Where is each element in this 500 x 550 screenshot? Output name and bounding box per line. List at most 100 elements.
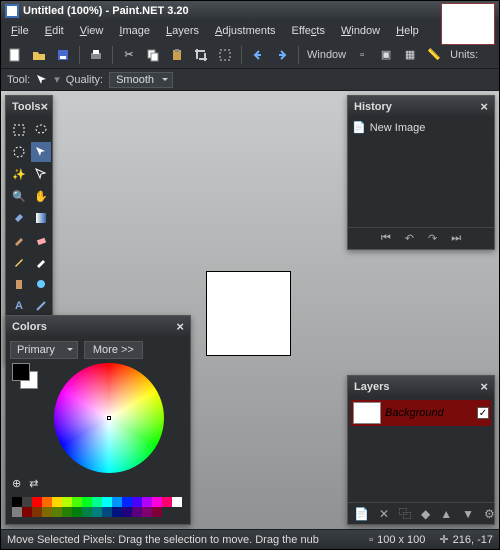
ruler-icon[interactable]: 📏 xyxy=(426,47,442,63)
deselect-icon[interactable] xyxy=(217,47,233,63)
history-redo-icon[interactable]: ↷ xyxy=(428,232,437,245)
palette-swatch[interactable] xyxy=(162,497,172,507)
layer-up-icon[interactable]: ▲ xyxy=(440,507,452,521)
palette-swatch[interactable] xyxy=(92,507,102,517)
crop-icon[interactable] xyxy=(193,47,209,63)
new-icon[interactable] xyxy=(7,47,23,63)
palette-swatch[interactable] xyxy=(52,497,62,507)
menu-image[interactable]: Image xyxy=(113,23,156,39)
tool-rect-select[interactable] xyxy=(9,120,29,140)
primary-color[interactable] xyxy=(12,363,30,381)
layer-down-icon[interactable]: ▼ xyxy=(462,507,474,521)
palette-swatch[interactable] xyxy=(142,507,152,517)
menu-adjustments[interactable]: Adjustments xyxy=(209,23,282,39)
tool-text[interactable]: A xyxy=(9,296,29,316)
palette-swatch[interactable] xyxy=(82,507,92,517)
menu-window[interactable]: Window xyxy=(335,23,386,39)
palette-swatch[interactable] xyxy=(172,497,182,507)
history-close-icon[interactable]: × xyxy=(480,99,488,114)
menu-edit[interactable]: Edit xyxy=(39,23,70,39)
palette-swatch[interactable] xyxy=(52,507,62,517)
layer-delete-icon[interactable]: ✕ xyxy=(379,507,389,521)
menu-view[interactable]: View xyxy=(74,23,110,39)
menu-effects[interactable]: Effects xyxy=(286,23,331,39)
layer-merge-icon[interactable]: ◆ xyxy=(421,507,430,521)
palette-swatch[interactable] xyxy=(32,507,42,517)
color-swatches[interactable] xyxy=(12,363,38,389)
tool-pan[interactable]: ✋ xyxy=(31,186,51,206)
palette-swatch[interactable] xyxy=(42,507,52,517)
swap-colors-icon[interactable]: ⇄ xyxy=(29,477,38,490)
palette-swatch[interactable] xyxy=(32,497,42,507)
layers-close-icon[interactable]: × xyxy=(480,379,488,394)
palette-swatch[interactable] xyxy=(12,507,22,517)
active-tool-icon[interactable] xyxy=(36,74,48,86)
tool-pencil[interactable] xyxy=(9,252,29,272)
copy-icon[interactable] xyxy=(145,47,161,63)
palette-swatch[interactable] xyxy=(132,497,142,507)
palette-swatch[interactable] xyxy=(142,497,152,507)
canvas[interactable] xyxy=(206,271,291,356)
palette-swatch[interactable] xyxy=(22,497,32,507)
palette-swatch[interactable] xyxy=(72,507,82,517)
palette-swatch[interactable] xyxy=(102,497,112,507)
print-icon[interactable] xyxy=(88,47,104,63)
tool-brush[interactable] xyxy=(9,230,29,250)
layer-visible-checkbox[interactable]: ✓ xyxy=(477,407,489,419)
history-forward-icon[interactable]: ⏭ xyxy=(451,232,461,245)
save-icon[interactable] xyxy=(55,47,71,63)
palette-swatch[interactable] xyxy=(82,497,92,507)
layer-row[interactable]: Background ✓ xyxy=(351,400,491,426)
history-rewind-icon[interactable]: ⏮ xyxy=(381,232,391,245)
tools-close-icon[interactable]: × xyxy=(41,99,49,114)
layer-props-icon[interactable]: ⚙ xyxy=(484,507,495,521)
layer-duplicate-icon[interactable]: ⿻ xyxy=(399,505,411,522)
tool-line[interactable] xyxy=(31,296,51,316)
palette-swatch[interactable] xyxy=(92,497,102,507)
tool-move[interactable] xyxy=(31,142,51,162)
menu-help[interactable]: Help xyxy=(390,23,425,39)
quality-dropdown[interactable]: Smooth xyxy=(109,72,173,88)
grid-icon[interactable]: ▦ xyxy=(402,47,418,63)
palette-swatch[interactable] xyxy=(152,507,162,517)
cut-icon[interactable]: ✂ xyxy=(121,47,137,63)
undo-icon[interactable] xyxy=(250,47,266,63)
tool-move-selection[interactable] xyxy=(31,164,51,184)
colors-close-icon[interactable]: × xyxy=(176,319,184,334)
palette-swatch[interactable] xyxy=(102,507,112,517)
tool-picker[interactable] xyxy=(31,252,51,272)
history-item[interactable]: 📄New Image xyxy=(352,121,490,134)
tool-magic-wand[interactable]: ✨ xyxy=(9,164,29,184)
open-icon[interactable] xyxy=(31,47,47,63)
palette-swatch[interactable] xyxy=(132,507,142,517)
palette-swatch[interactable] xyxy=(122,507,132,517)
add-color-icon[interactable]: ⊕ xyxy=(12,477,21,490)
palette-swatch[interactable] xyxy=(72,497,82,507)
more-button[interactable]: More >> xyxy=(84,341,143,359)
layer-add-icon[interactable]: 📄 xyxy=(354,507,369,521)
palette-swatch[interactable] xyxy=(62,507,72,517)
palette-swatch[interactable] xyxy=(152,497,162,507)
color-wheel[interactable] xyxy=(54,363,164,473)
tool-ellipse-select[interactable] xyxy=(9,142,29,162)
history-undo-icon[interactable]: ↶ xyxy=(405,232,414,245)
tool-zoom[interactable]: 🔍 xyxy=(9,186,29,206)
color-selector-dropdown[interactable]: Primary xyxy=(10,341,78,359)
tool-recolor[interactable] xyxy=(31,274,51,294)
tool-eraser[interactable] xyxy=(31,230,51,250)
redo-icon[interactable] xyxy=(274,47,290,63)
workarea[interactable]: Tools× ✨ 🔍 ✋ A xyxy=(1,91,499,529)
document-thumbnail[interactable] xyxy=(441,3,495,45)
palette-swatch[interactable] xyxy=(112,497,122,507)
tool-gradient[interactable] xyxy=(31,208,51,228)
palette-swatch[interactable] xyxy=(12,497,22,507)
palette-swatch[interactable] xyxy=(22,507,32,517)
palette-swatch[interactable] xyxy=(62,497,72,507)
zoom-actual-icon[interactable]: ▫ xyxy=(354,47,370,63)
paste-icon[interactable] xyxy=(169,47,185,63)
wheel-cursor[interactable] xyxy=(107,416,111,420)
menu-layers[interactable]: Layers xyxy=(160,23,205,39)
tool-lasso[interactable] xyxy=(31,120,51,140)
palette-swatch[interactable] xyxy=(122,497,132,507)
tool-fill[interactable] xyxy=(9,208,29,228)
